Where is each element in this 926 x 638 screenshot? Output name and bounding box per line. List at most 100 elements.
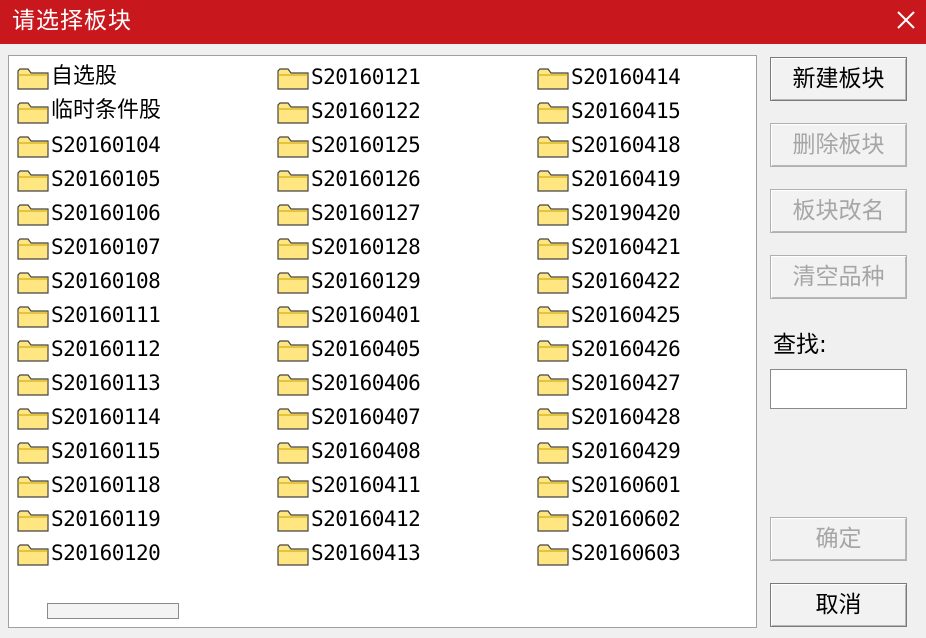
list-item[interactable]: S20160114 bbox=[13, 400, 263, 434]
list-item[interactable]: S20160407 bbox=[273, 400, 523, 434]
list-item-label: S20160121 bbox=[311, 65, 421, 89]
list-column: 自选股临时条件股 S20160104 S20160105 S20160106 S2016… bbox=[13, 60, 263, 570]
list-item[interactable]: S20160104 bbox=[13, 128, 263, 162]
list-item[interactable]: S20160401 bbox=[273, 298, 523, 332]
rename-block-button[interactable]: 板块改名 bbox=[770, 189, 907, 233]
list-item[interactable]: S20160427 bbox=[533, 366, 756, 400]
list-item-label: S20160418 bbox=[571, 133, 681, 157]
delete-block-button[interactable]: 删除板块 bbox=[770, 123, 907, 167]
list-item[interactable]: S20190420 bbox=[533, 196, 756, 230]
folder-icon bbox=[537, 338, 569, 362]
folder-icon bbox=[277, 508, 309, 532]
horizontal-scrollbar[interactable] bbox=[9, 593, 756, 627]
list-item-label: S20160111 bbox=[51, 303, 161, 327]
folder-icon bbox=[17, 168, 49, 192]
list-item[interactable]: S20160125 bbox=[273, 128, 523, 162]
list-item-label: S20160429 bbox=[571, 439, 681, 463]
list-column: S20160121 S20160122 S20160125 S20160126 S201… bbox=[273, 60, 523, 570]
list-item-label: S20160106 bbox=[51, 201, 161, 225]
list-item[interactable]: S20160421 bbox=[533, 230, 756, 264]
folder-icon bbox=[537, 66, 569, 90]
title-bar: 请选择板块 bbox=[0, 0, 926, 44]
list-item[interactable]: S20160127 bbox=[273, 196, 523, 230]
block-list[interactable]: 自选股临时条件股 S20160104 S20160105 S20160106 S2016… bbox=[8, 55, 757, 628]
list-item[interactable]: S20160429 bbox=[533, 434, 756, 468]
list-item[interactable]: S20160602 bbox=[533, 502, 756, 536]
list-item[interactable]: S20160107 bbox=[13, 230, 263, 264]
list-item-label: S20160601 bbox=[571, 473, 681, 497]
folder-icon bbox=[17, 440, 49, 464]
list-item[interactable]: S20160112 bbox=[13, 332, 263, 366]
list-item[interactable]: S20160601 bbox=[533, 468, 756, 502]
list-item-label: S20160415 bbox=[571, 99, 681, 123]
list-item-label: 自选股 bbox=[51, 64, 118, 89]
list-item-label: S20160114 bbox=[51, 405, 161, 429]
folder-icon bbox=[277, 440, 309, 464]
list-item[interactable]: S20160113 bbox=[13, 366, 263, 400]
list-item[interactable]: S20160411 bbox=[273, 468, 523, 502]
list-item[interactable]: S20160412 bbox=[273, 502, 523, 536]
list-item-label: S20160113 bbox=[51, 371, 161, 395]
list-item[interactable]: 临时条件股 bbox=[13, 94, 263, 128]
list-item[interactable]: S20160405 bbox=[273, 332, 523, 366]
list-item[interactable]: S20160413 bbox=[273, 536, 523, 570]
list-item[interactable]: S20160428 bbox=[533, 400, 756, 434]
list-item-label: S20160602 bbox=[571, 507, 681, 531]
list-item[interactable]: S20160129 bbox=[273, 264, 523, 298]
list-item-label: S20160127 bbox=[311, 201, 421, 225]
list-item[interactable]: S20160105 bbox=[13, 162, 263, 196]
list-item-label: S20160603 bbox=[571, 541, 681, 565]
new-block-button[interactable]: 新建板块 bbox=[770, 57, 907, 101]
folder-icon bbox=[277, 542, 309, 566]
list-item-label: S20160112 bbox=[51, 337, 161, 361]
folder-icon bbox=[537, 304, 569, 328]
folder-icon bbox=[277, 474, 309, 498]
list-item-label: S20160126 bbox=[311, 167, 421, 191]
list-item[interactable]: S20160106 bbox=[13, 196, 263, 230]
list-item[interactable]: S20160111 bbox=[13, 298, 263, 332]
list-item-label: S20160129 bbox=[311, 269, 421, 293]
list-item[interactable]: S20160119 bbox=[13, 502, 263, 536]
list-item[interactable]: S20160121 bbox=[273, 60, 523, 94]
list-item[interactable]: S20160415 bbox=[533, 94, 756, 128]
list-item[interactable]: 自选股 bbox=[13, 60, 263, 94]
search-label: 查找: bbox=[773, 332, 827, 358]
folder-icon bbox=[537, 508, 569, 532]
close-icon[interactable] bbox=[894, 8, 918, 32]
folder-icon bbox=[277, 100, 309, 124]
list-item-label: S20160107 bbox=[51, 235, 161, 259]
list-item-label: S20160421 bbox=[571, 235, 681, 259]
folder-icon bbox=[537, 372, 569, 396]
list-item[interactable]: S20160425 bbox=[533, 298, 756, 332]
list-item[interactable]: S20160108 bbox=[13, 264, 263, 298]
list-item[interactable]: S20160422 bbox=[533, 264, 756, 298]
list-item-label: S20160406 bbox=[311, 371, 421, 395]
cancel-button[interactable]: 取消 bbox=[770, 583, 907, 627]
folder-icon bbox=[537, 440, 569, 464]
list-item[interactable]: S20160128 bbox=[273, 230, 523, 264]
search-input[interactable] bbox=[770, 369, 907, 409]
list-item[interactable]: S20160419 bbox=[533, 162, 756, 196]
list-item[interactable]: S20160406 bbox=[273, 366, 523, 400]
folder-icon bbox=[277, 134, 309, 158]
folder-icon bbox=[17, 542, 49, 566]
list-item[interactable]: S20160115 bbox=[13, 434, 263, 468]
list-item-label: S20160411 bbox=[311, 473, 421, 497]
list-item-label: S20160408 bbox=[311, 439, 421, 463]
list-item[interactable]: S20160118 bbox=[13, 468, 263, 502]
scrollbar-thumb[interactable] bbox=[47, 603, 179, 619]
list-item[interactable]: S20160426 bbox=[533, 332, 756, 366]
list-item[interactable]: S20160126 bbox=[273, 162, 523, 196]
list-item-label: S20160122 bbox=[311, 99, 421, 123]
ok-button[interactable]: 确定 bbox=[770, 517, 907, 561]
list-item-label: 临时条件股 bbox=[51, 98, 162, 123]
list-item[interactable]: S20160408 bbox=[273, 434, 523, 468]
list-item[interactable]: S20160120 bbox=[13, 536, 263, 570]
list-item[interactable]: S20160603 bbox=[533, 536, 756, 570]
window-title: 请选择板块 bbox=[12, 8, 132, 34]
clear-items-button[interactable]: 清空品种 bbox=[770, 255, 907, 299]
list-item[interactable]: S20160414 bbox=[533, 60, 756, 94]
list-item[interactable]: S20160122 bbox=[273, 94, 523, 128]
list-item-label: S20160407 bbox=[311, 405, 421, 429]
list-item[interactable]: S20160418 bbox=[533, 128, 756, 162]
